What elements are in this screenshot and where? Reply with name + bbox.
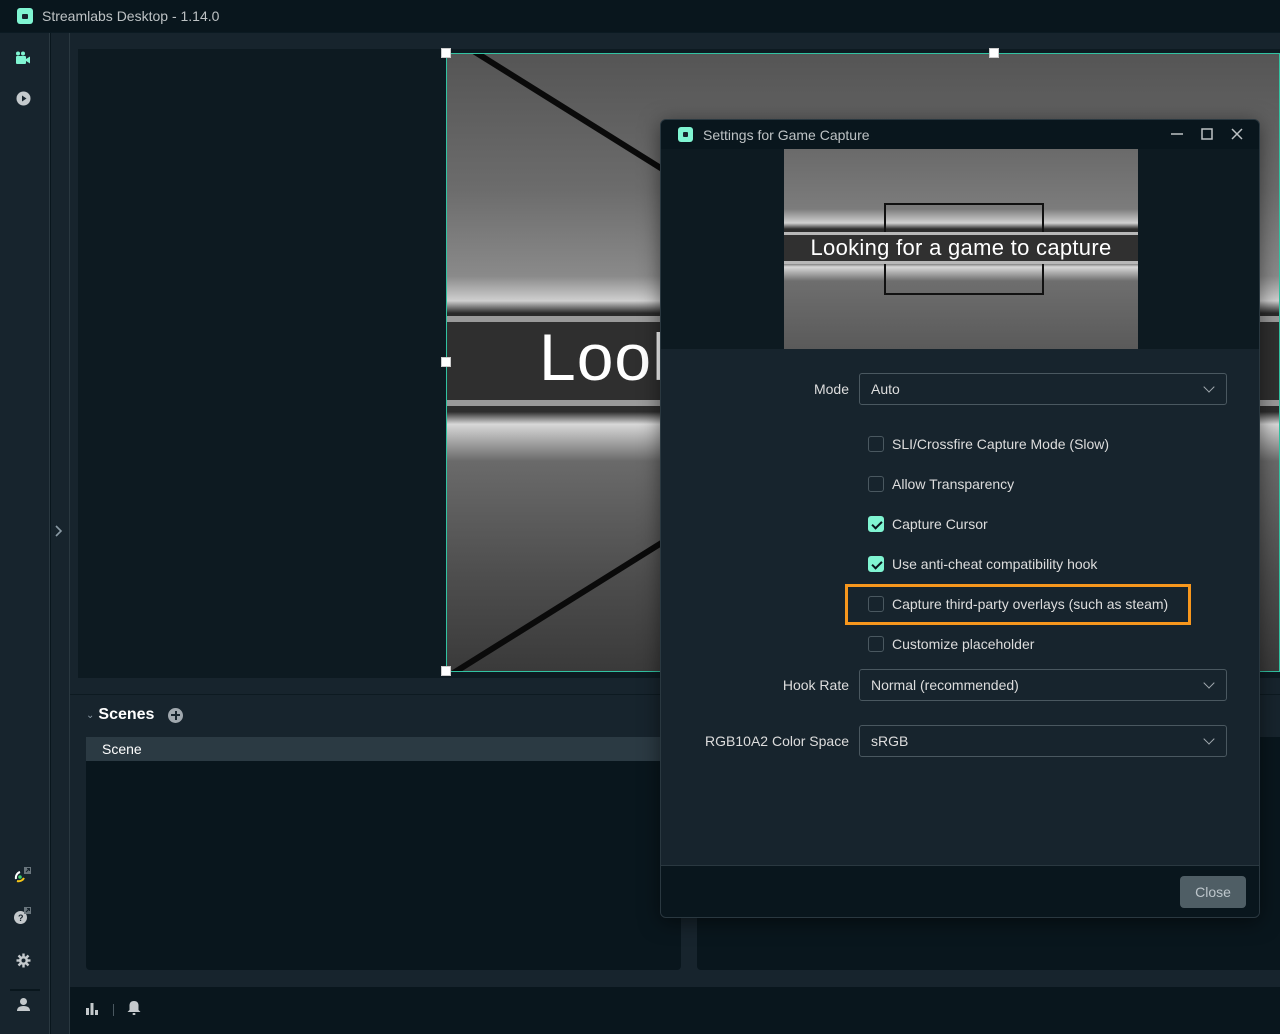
chevron-down-icon: [1203, 381, 1215, 393]
close-button[interactable]: Close: [1180, 876, 1246, 908]
scenes-header: ⌄ Scenes: [86, 706, 184, 724]
close-window-button[interactable]: [1226, 124, 1248, 144]
source-preview-image: Looking for a game to capture: [784, 149, 1138, 349]
minimize-icon: [1171, 133, 1183, 135]
checkbox-capture-third-party-overlays[interactable]: Capture third-party overlays (such as st…: [868, 596, 1168, 612]
add-scene-button[interactable]: [168, 707, 184, 723]
maximize-button[interactable]: [1196, 124, 1218, 144]
checkbox-box[interactable]: [868, 476, 884, 492]
checkbox-box-checked[interactable]: [868, 556, 884, 572]
checkbox-box[interactable]: [868, 636, 884, 652]
notifications-button[interactable]: [126, 1000, 144, 1018]
sidebar-item-dashboard[interactable]: [13, 88, 33, 108]
bell-icon: [127, 1001, 141, 1015]
footer-divider: [113, 1004, 114, 1016]
performance-stats-button[interactable]: [85, 1000, 103, 1018]
hook-rate-label: Hook Rate: [782, 677, 849, 693]
color-space-row: RGB10A2 Color Space sRGB: [661, 725, 1259, 757]
chevron-down-icon: [1203, 677, 1215, 689]
gear-icon: [16, 953, 30, 967]
scenes-list: Scene: [86, 737, 681, 970]
chevron-down-icon: [1203, 733, 1215, 745]
maximize-icon: [1201, 128, 1213, 140]
checkbox-box[interactable]: [868, 436, 884, 452]
checkbox-capture-cursor[interactable]: Capture Cursor: [868, 516, 988, 532]
source-preview-area: Looking for a game to capture: [661, 149, 1259, 349]
checkbox-customize-placeholder[interactable]: Customize placeholder: [868, 636, 1034, 652]
sidebar-item-help[interactable]: ?: [13, 906, 33, 926]
resize-handle-bottom-left[interactable]: [441, 666, 451, 676]
app-titlebar: Streamlabs Desktop - 1.14.0: [0, 0, 1280, 33]
game-capture-settings-dialog: Settings for Game Capture Looking for a …: [660, 119, 1260, 918]
sidebar-divider: [10, 989, 40, 991]
checkbox-box-checked[interactable]: [868, 516, 884, 532]
color-space-select[interactable]: sRGB: [859, 725, 1227, 757]
sidebar-item-profile[interactable]: [13, 994, 33, 1014]
checkbox-label: Allow Transparency: [892, 476, 1015, 492]
svg-text:?: ?: [18, 913, 24, 923]
dialog-title: Settings for Game Capture: [703, 126, 870, 143]
dialog-titlebar[interactable]: Settings for Game Capture: [661, 120, 1259, 149]
checkbox-label: Use anti-cheat compatibility hook: [892, 556, 1098, 572]
mode-value: Auto: [871, 381, 900, 397]
bar-chart-icon: [86, 1003, 98, 1015]
color-space-value: sRGB: [871, 733, 909, 749]
mode-row: Mode Auto: [661, 373, 1259, 405]
sidebar-nav: ?: [0, 33, 50, 1034]
resize-handle-middle-left[interactable]: [441, 357, 451, 367]
checkbox-label: Customize placeholder: [892, 636, 1035, 652]
help-icon: ?: [14, 907, 31, 924]
collapse-chevron-icon[interactable]: ⌄: [86, 710, 94, 721]
checkbox-label: Capture third-party overlays (such as st…: [892, 596, 1169, 612]
footer-bar: [70, 987, 1280, 1034]
hook-rate-select[interactable]: Normal (recommended): [859, 669, 1227, 701]
checkbox-label: Capture Cursor: [892, 516, 988, 532]
hook-rate-row: Hook Rate Normal (recommended): [661, 669, 1259, 701]
sidebar-item-editor[interactable]: [13, 48, 33, 68]
scenes-title: Scenes: [98, 706, 155, 723]
streamlabs-logo-icon: [17, 8, 33, 24]
resize-handle-top-left[interactable]: [441, 48, 451, 58]
app-title: Streamlabs Desktop - 1.14.0: [42, 8, 220, 24]
mode-label: Mode: [813, 381, 849, 397]
resize-handle-top-center[interactable]: [989, 48, 999, 58]
scene-column-header: Scene: [86, 737, 681, 761]
close-icon: [1231, 128, 1243, 140]
play-circle-icon: [16, 91, 30, 105]
color-space-label: RGB10A2 Color Space: [705, 733, 849, 749]
minimize-button[interactable]: [1166, 124, 1188, 144]
checkbox-anti-cheat-hook[interactable]: Use anti-cheat compatibility hook: [868, 556, 1097, 572]
checkbox-box[interactable]: [868, 596, 884, 612]
sidebar-item-ultra[interactable]: [13, 866, 33, 886]
ultra-icon: [14, 867, 31, 883]
expand-panel-chevron-icon[interactable]: [54, 523, 68, 543]
checkbox-sli-crossfire[interactable]: SLI/Crossfire Capture Mode (Slow): [868, 436, 1109, 452]
checkbox-allow-transparency[interactable]: Allow Transparency: [868, 476, 1014, 492]
studio-camera-icon: [16, 51, 30, 64]
checkbox-label: SLI/Crossfire Capture Mode (Slow): [892, 436, 1110, 452]
streamlabs-logo-icon: [678, 127, 693, 142]
sidebar-item-settings[interactable]: [13, 950, 33, 970]
mode-select[interactable]: Auto: [859, 373, 1227, 405]
dialog-footer: Close: [661, 865, 1259, 917]
hook-rate-value: Normal (recommended): [871, 677, 1019, 693]
settings-form: Mode Auto SLI/Crossfire Capture Mode (Sl…: [661, 349, 1259, 866]
user-icon: [16, 997, 30, 1011]
preview-placeholder-text: Looking for a game to capture: [810, 235, 1112, 260]
